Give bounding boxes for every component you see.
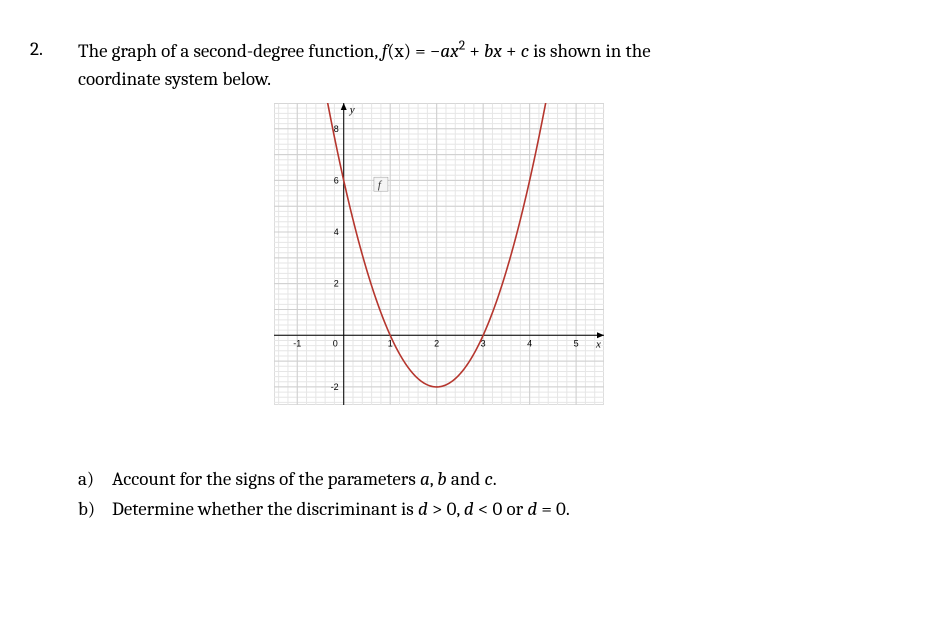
a-var-a: a bbox=[420, 468, 430, 490]
b-var-d2: d bbox=[464, 498, 474, 520]
stem-plus1: + bbox=[465, 40, 484, 62]
svg-text:-2: -2 bbox=[331, 382, 339, 392]
b-eq: = 0. bbox=[537, 498, 570, 520]
stem-b: b bbox=[484, 40, 493, 62]
stem-a: a bbox=[440, 40, 450, 62]
svg-text:-1: -1 bbox=[293, 338, 301, 348]
a-var-c: c bbox=[484, 468, 492, 490]
problem-container: 2. The graph of a second-degree function… bbox=[30, 38, 896, 93]
problem-number: 2. bbox=[30, 38, 78, 60]
subpart-a-text: Account for the signs of the parameters … bbox=[112, 465, 497, 494]
svg-text:4: 4 bbox=[334, 227, 339, 237]
svg-text:8: 8 bbox=[334, 124, 339, 134]
stem-x2: x bbox=[493, 40, 501, 62]
problem-body: The graph of a second-degree function, f… bbox=[78, 38, 896, 93]
svg-text:6: 6 bbox=[334, 176, 339, 186]
b-var-d1: d bbox=[418, 498, 428, 520]
b-var-d3: d bbox=[527, 498, 537, 520]
b-gt: > 0, bbox=[428, 498, 464, 520]
svg-text:x: x bbox=[595, 338, 601, 350]
a-period: . bbox=[493, 468, 497, 490]
svg-text:0: 0 bbox=[333, 338, 338, 348]
a-and: and bbox=[447, 468, 485, 490]
a-var-b: b bbox=[437, 468, 446, 490]
subparts-container: a) Account for the signs of the paramete… bbox=[30, 465, 896, 524]
b-lt: < 0 or bbox=[474, 498, 528, 520]
stem-text-1: The graph of a second-degree function, bbox=[78, 40, 382, 62]
stem-c: c bbox=[521, 40, 529, 62]
svg-text:2: 2 bbox=[334, 279, 339, 289]
problem-stem-line1: The graph of a second-degree function, f… bbox=[78, 38, 896, 66]
stem-x1: x bbox=[450, 40, 458, 62]
svg-text:2: 2 bbox=[434, 338, 439, 348]
subpart-b: b) Determine whether the discriminant is… bbox=[78, 495, 896, 524]
subpart-b-text: Determine whether the discriminant is d … bbox=[112, 495, 570, 524]
coordinate-chart: -1123450-22468xyf bbox=[274, 103, 604, 405]
subpart-a: a) Account for the signs of the paramete… bbox=[78, 465, 896, 494]
stem-eq: = − bbox=[411, 40, 440, 62]
b-text1: Determine whether the discriminant is bbox=[112, 498, 418, 520]
stem-paren-x: (x) bbox=[387, 40, 411, 62]
a-text1: Account for the signs of the parameters bbox=[112, 468, 420, 490]
problem-stem-line2: coordinate system below. bbox=[78, 66, 896, 94]
subpart-a-letter: a) bbox=[78, 465, 112, 494]
stem-plus2: + bbox=[502, 40, 521, 62]
svg-text:y: y bbox=[349, 104, 355, 116]
svg-text:4: 4 bbox=[527, 338, 532, 348]
svg-text:5: 5 bbox=[574, 338, 579, 348]
subpart-b-letter: b) bbox=[78, 495, 112, 524]
graph-container: -1123450-22468xyf bbox=[30, 103, 896, 405]
stem-text-2: is shown in the bbox=[529, 40, 651, 62]
